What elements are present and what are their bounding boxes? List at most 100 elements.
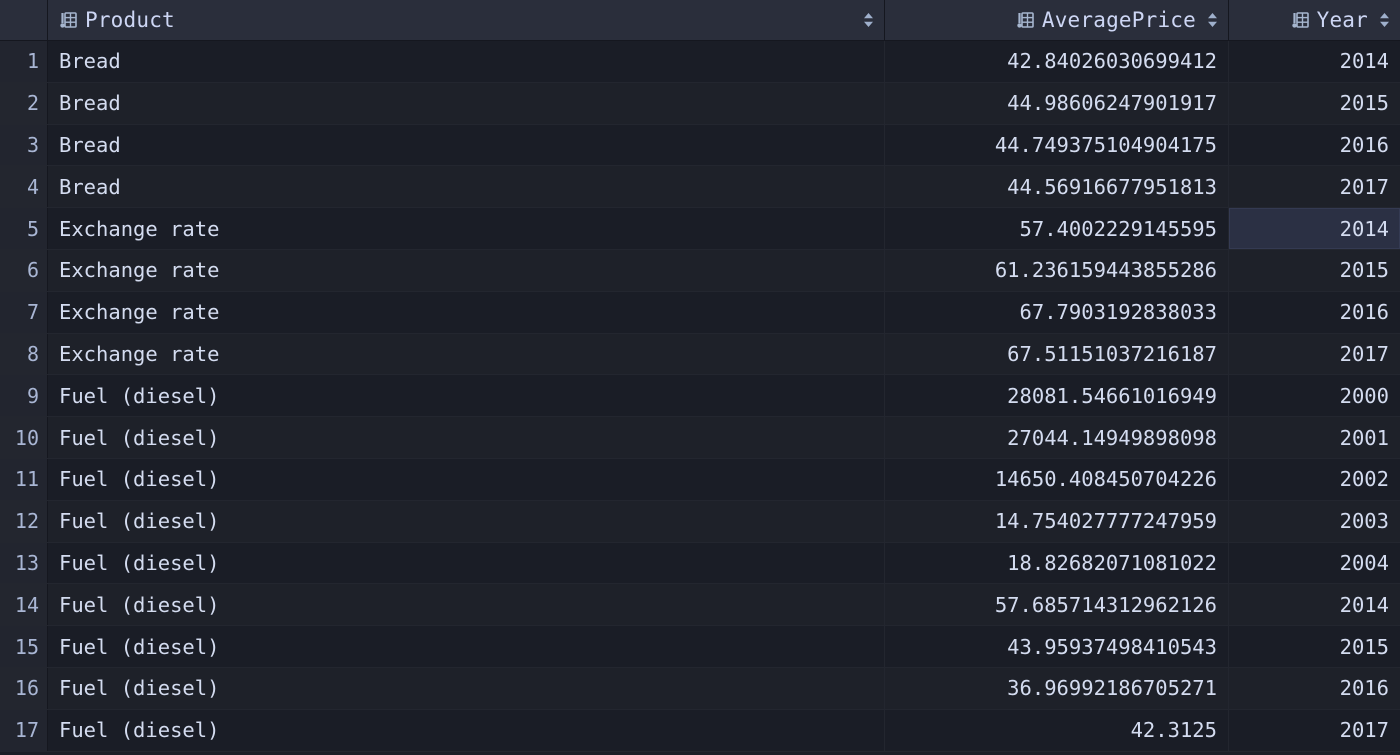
cell-product[interactable]: Exchange rate: [48, 333, 885, 375]
cell-averageprice[interactable]: 44.749375104904175: [885, 124, 1229, 166]
column-header-averageprice-label: AveragePrice: [1041, 8, 1196, 32]
row-number: 1: [0, 41, 48, 82]
cell-year[interactable]: 2017: [1229, 166, 1400, 207]
cell-year[interactable]: 2000: [1229, 375, 1400, 416]
cell-product[interactable]: Fuel (diesel): [48, 542, 885, 584]
table-header-row: Product AveragePrice Year: [0, 0, 1400, 41]
row-number: 4: [0, 166, 48, 208]
cell-averageprice[interactable]: 14.754027777247959: [885, 500, 1229, 542]
row-number: 15: [0, 626, 48, 667]
cell-averageprice[interactable]: 18.82682071081022: [885, 542, 1229, 584]
table-row[interactable]: 6 Exchange rate 61.236159443855286 2015: [0, 249, 1400, 292]
table-row[interactable]: 4 Bread 44.56916677951813 2017: [0, 166, 1400, 209]
row-number: 5: [0, 208, 48, 249]
column-header-product[interactable]: Product: [48, 0, 885, 40]
cell-product[interactable]: Bread: [48, 41, 885, 82]
table-row[interactable]: 10 Fuel (diesel) 27044.14949898098 2001: [0, 417, 1400, 459]
cell-year[interactable]: 2014: [1229, 208, 1400, 249]
cell-product[interactable]: Fuel (diesel): [48, 584, 885, 626]
table-row[interactable]: 14 Fuel (diesel) 57.685714312962126 2014: [0, 584, 1400, 627]
cell-product[interactable]: Fuel (diesel): [48, 458, 885, 500]
row-number: 11: [0, 458, 48, 500]
cell-product[interactable]: Bread: [48, 82, 885, 124]
sort-arrows-icon[interactable]: [1207, 11, 1218, 29]
table-row[interactable]: 8 Exchange rate 67.51151037216187 2017: [0, 333, 1400, 376]
cell-averageprice[interactable]: 27044.14949898098: [885, 417, 1229, 458]
cell-product[interactable]: Fuel (diesel): [48, 626, 885, 667]
cell-year[interactable]: 2014: [1229, 584, 1400, 625]
sort-arrows-icon[interactable]: [863, 11, 874, 29]
cell-year[interactable]: 2004: [1229, 543, 1400, 584]
cell-averageprice[interactable]: 44.56916677951813: [885, 166, 1229, 208]
row-number: 14: [0, 584, 48, 626]
row-number: 9: [0, 375, 48, 417]
table-row[interactable]: 15 Fuel (diesel) 43.95937498410543 2015: [0, 626, 1400, 668]
cell-product[interactable]: Fuel (diesel): [48, 709, 885, 751]
cell-product[interactable]: Exchange rate: [48, 291, 885, 333]
row-number: 10: [0, 417, 48, 458]
cell-averageprice[interactable]: 57.4002229145595: [885, 208, 1229, 249]
cell-product[interactable]: Bread: [48, 124, 885, 166]
cell-year[interactable]: 2015: [1229, 626, 1400, 667]
table-body: 1 Bread 42.84026030699412 2014 2 Bread 44.9860…: [0, 41, 1400, 755]
table-row[interactable]: 2 Bread 44.98606247901917 2015: [0, 82, 1400, 125]
cell-year[interactable]: 2001: [1229, 417, 1400, 458]
table-row[interactable]: 5 Exchange rate 57.4002229145595 2014: [0, 208, 1400, 250]
sort-arrows-icon[interactable]: [1379, 11, 1390, 29]
data-grid: Product AveragePrice Year 1 Bread 42.840…: [0, 0, 1400, 755]
cell-averageprice[interactable]: 14650.408450704226: [885, 458, 1229, 500]
cell-averageprice[interactable]: 42.3125: [885, 709, 1229, 751]
column-header-year[interactable]: Year: [1229, 0, 1400, 40]
row-number: 8: [0, 333, 48, 375]
table-column-icon: [60, 12, 77, 28]
row-number: 7: [0, 291, 48, 333]
cell-year[interactable]: 2015: [1229, 250, 1400, 291]
cell-year[interactable]: 2016: [1229, 668, 1400, 709]
row-number: 12: [0, 500, 48, 542]
cell-averageprice[interactable]: 61.236159443855286: [885, 249, 1229, 291]
column-header-product-label: Product: [85, 8, 175, 32]
cell-product[interactable]: Fuel (diesel): [48, 375, 885, 417]
cell-averageprice[interactable]: 42.84026030699412: [885, 41, 1229, 82]
table-row[interactable]: 11 Fuel (diesel) 14650.408450704226 2002: [0, 458, 1400, 501]
row-number: 16: [0, 667, 48, 709]
cell-averageprice[interactable]: 67.7903192838033: [885, 291, 1229, 333]
table-row[interactable]: 13 Fuel (diesel) 18.82682071081022 2004: [0, 542, 1400, 585]
cell-averageprice[interactable]: 36.96992186705271: [885, 667, 1229, 709]
cell-product[interactable]: Exchange rate: [48, 249, 885, 291]
table-row[interactable]: 16 Fuel (diesel) 36.96992186705271 2016: [0, 667, 1400, 710]
table-row[interactable]: 7 Exchange rate 67.7903192838033 2016: [0, 291, 1400, 334]
cell-year[interactable]: 2003: [1229, 501, 1400, 542]
cell-year[interactable]: 2015: [1229, 83, 1400, 124]
table-row[interactable]: 1 Bread 42.84026030699412 2014: [0, 41, 1400, 83]
row-number: 3: [0, 124, 48, 166]
cell-averageprice[interactable]: 28081.54661016949: [885, 375, 1229, 417]
row-number: 2: [0, 82, 48, 124]
cell-product[interactable]: Fuel (diesel): [48, 417, 885, 458]
table-row[interactable]: 17 Fuel (diesel) 42.3125 2017: [0, 709, 1400, 752]
cell-year[interactable]: 2002: [1229, 459, 1400, 500]
table-column-icon: [1291, 12, 1309, 28]
row-number: 13: [0, 542, 48, 584]
cell-year[interactable]: 2016: [1229, 125, 1400, 166]
row-number: 6: [0, 249, 48, 291]
cell-averageprice[interactable]: 43.95937498410543: [885, 626, 1229, 667]
cell-averageprice[interactable]: 44.98606247901917: [885, 82, 1229, 124]
cell-year[interactable]: 2016: [1229, 292, 1400, 333]
cell-year[interactable]: 2017: [1229, 710, 1400, 751]
table-row[interactable]: 9 Fuel (diesel) 28081.54661016949 2000: [0, 375, 1400, 418]
cell-product[interactable]: Exchange rate: [48, 208, 885, 249]
cell-product[interactable]: Bread: [48, 166, 885, 208]
cell-averageprice[interactable]: 57.685714312962126: [885, 584, 1229, 626]
column-header-averageprice[interactable]: AveragePrice: [885, 0, 1229, 40]
cell-product[interactable]: Fuel (diesel): [48, 667, 885, 709]
table-row[interactable]: 3 Bread 44.749375104904175 2016: [0, 124, 1400, 167]
column-header-year-label: Year: [1316, 8, 1368, 32]
table-row[interactable]: 12 Fuel (diesel) 14.754027777247959 2003: [0, 500, 1400, 543]
row-number-header-gutter: [0, 0, 48, 40]
cell-product[interactable]: Fuel (diesel): [48, 500, 885, 542]
cell-averageprice[interactable]: 67.51151037216187: [885, 333, 1229, 375]
cell-year[interactable]: 2017: [1229, 334, 1400, 375]
row-number: 17: [0, 709, 48, 751]
cell-year[interactable]: 2014: [1229, 41, 1400, 82]
